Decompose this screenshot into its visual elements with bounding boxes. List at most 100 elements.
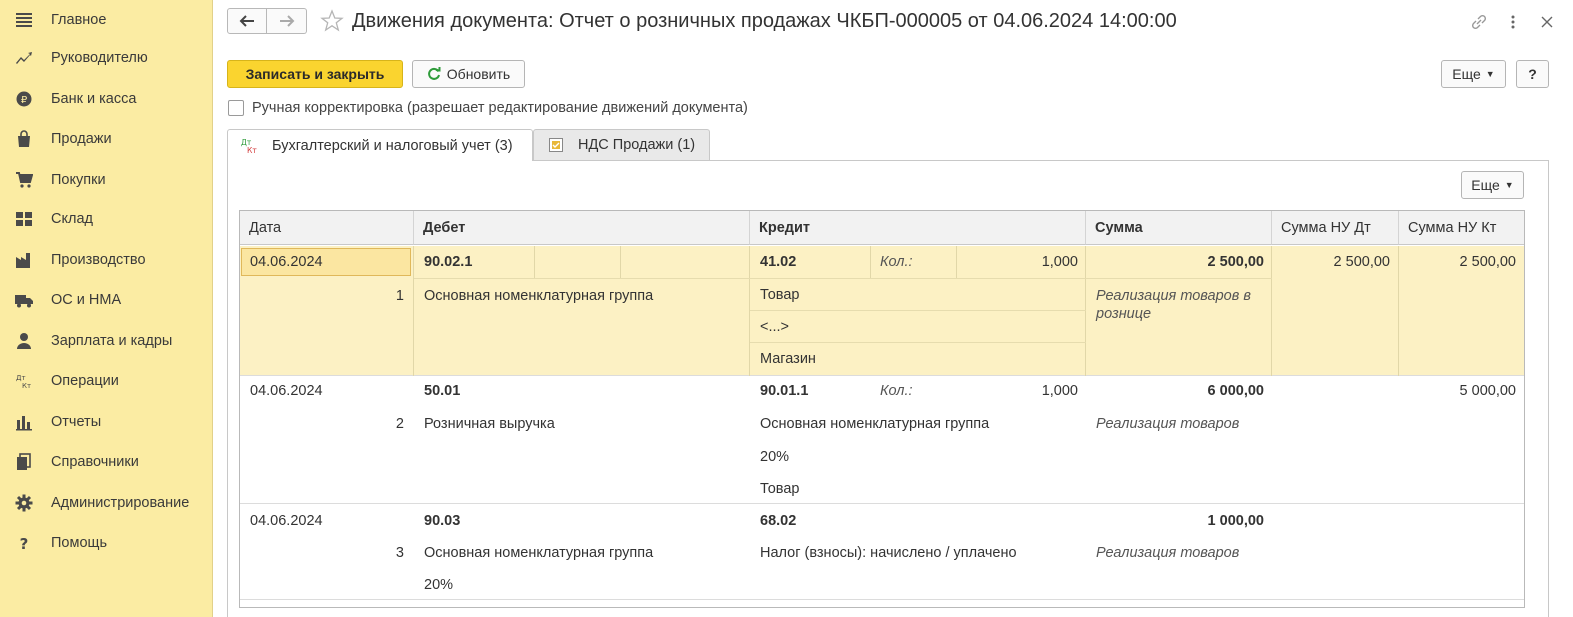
cell-debit-subconto: Розничная выручка: [424, 416, 555, 432]
cell-quantity: 1,000: [1041, 383, 1078, 399]
sidebar-item-sales[interactable]: Продажи: [0, 119, 213, 159]
sidebar-item-label: Покупки: [51, 172, 106, 188]
cell-credit-subconto: Товар: [760, 287, 800, 303]
column-header-credit[interactable]: Кредит: [750, 211, 1086, 245]
history-nav: [227, 8, 307, 34]
cell-sum: 6 000,00: [1207, 383, 1264, 399]
sidebar-item-label: Администрирование: [51, 495, 190, 511]
menu-icon: [14, 10, 34, 30]
register-icon: [546, 135, 566, 155]
sidebar-item-label: Зарплата и кадры: [51, 333, 173, 349]
cell-sum: 1 000,00: [1207, 513, 1264, 529]
tab-accounting[interactable]: Дт Кт Бухгалтерский и налоговый учет (3): [227, 129, 533, 161]
column-divider: [1085, 246, 1086, 376]
cell-debit-account: 90.02.1: [424, 254, 473, 270]
question-icon: ?: [14, 533, 34, 553]
column-divider: [413, 246, 414, 376]
cell-sum-nu-kt: 2 500,00: [1459, 254, 1516, 270]
sidebar-item-label: ОС и НМА: [51, 292, 122, 308]
column-divider: [870, 246, 871, 278]
person-icon: [14, 331, 34, 351]
arrow-right-icon: [279, 15, 294, 27]
table-row[interactable]: 04.06.2024 1 90.02.1 Основная номенклату…: [240, 246, 1524, 376]
table-row[interactable]: 04.06.2024 3 90.03 Основная номенклатурн…: [240, 504, 1524, 600]
close-icon[interactable]: [1537, 12, 1557, 32]
sidebar-item-hr[interactable]: Зарплата и кадры: [0, 321, 213, 361]
svg-text:Кт: Кт: [247, 146, 257, 155]
cell-debit-account: 50.01: [424, 383, 461, 399]
forward-button[interactable]: [267, 8, 307, 34]
cell-credit-account: 68.02: [760, 513, 797, 529]
cell-row-number: 2: [395, 416, 404, 432]
bar-chart-icon: [14, 412, 34, 432]
cell-credit-subconto: Основная номенклатурная группа: [760, 416, 990, 432]
cell-debit-subconto: Основная номенклатурная группа: [424, 545, 654, 561]
cart-icon: [14, 170, 34, 190]
row-divider: [750, 278, 1272, 279]
sidebar-item-label: Отчеты: [51, 414, 102, 430]
link-icon[interactable]: [1469, 12, 1489, 32]
more-vertical-icon[interactable]: [1503, 12, 1523, 32]
back-button[interactable]: [227, 8, 267, 34]
help-button[interactable]: ?: [1516, 60, 1549, 88]
bag-icon: [14, 129, 34, 149]
cell-sum-note: Реализация товаров: [1096, 545, 1240, 561]
svg-text:?: ?: [20, 535, 29, 552]
cell-sum-nu-dt: 2 500,00: [1333, 254, 1390, 270]
manual-edit-checkbox[interactable]: [228, 100, 244, 116]
svg-text:₽: ₽: [21, 95, 28, 106]
sidebar-item-directories[interactable]: Справочники: [0, 442, 213, 482]
manual-edit-row: Ручная корректировка (разрешает редактир…: [228, 100, 748, 116]
svg-text:Дт: Дт: [16, 374, 26, 382]
sidebar-item-operations[interactable]: Дт Кт Операции: [0, 361, 213, 401]
column-header-debit[interactable]: Дебет: [414, 211, 750, 245]
cell-quantity: 1,000: [1041, 254, 1078, 270]
column-header-sum-nu-kt[interactable]: Сумма НУ Кт: [1399, 211, 1524, 245]
sidebar-item-admin[interactable]: Администрирование: [0, 483, 213, 523]
sidebar-item-assets[interactable]: ОС и НМА: [0, 280, 213, 320]
books-icon: [14, 452, 34, 472]
sidebar-item-purchases[interactable]: Покупки: [0, 160, 213, 200]
cell-sum-nu-kt: 5 000,00: [1459, 383, 1516, 399]
row-divider: [750, 310, 1086, 311]
more-button[interactable]: Еще ▼: [1441, 60, 1506, 88]
cell-credit-subconto: Налог (взносы): начислено / уплачено: [760, 545, 1017, 561]
caret-down-icon: ▼: [1485, 69, 1495, 79]
sidebar-item-label: Справочники: [51, 454, 139, 470]
refresh-label: Обновить: [446, 66, 511, 82]
column-divider: [534, 246, 535, 278]
cell-sum: 2 500,00: [1207, 254, 1264, 270]
cell-credit-account: 90.01.1: [760, 383, 809, 399]
table-row[interactable]: 04.06.2024 2 50.01 Розничная выручка 90.…: [240, 376, 1524, 504]
refresh-button[interactable]: Обновить: [412, 60, 525, 88]
favorite-star-icon[interactable]: [320, 9, 344, 33]
manual-edit-label: Ручная корректировка (разрешает редактир…: [252, 100, 748, 116]
cell-quantity-label: Кол.:: [880, 254, 913, 270]
row-divider: [750, 342, 1086, 343]
movements-table: Дата Дебет Кредит Сумма Сумма НУ Дт Сумм…: [239, 210, 1525, 608]
tab-vat-sales[interactable]: НДС Продажи (1): [533, 129, 710, 160]
sidebar-item-main[interactable]: Главное: [0, 0, 213, 40]
coin-icon: ₽: [14, 89, 34, 109]
cell-sum-note: Реализация товаров: [1096, 416, 1240, 432]
sidebar-item-bank[interactable]: ₽ Банк и касса: [0, 79, 213, 119]
cell-credit-subconto: Магазин: [760, 351, 816, 367]
cell-date: 04.06.2024: [250, 254, 323, 270]
more-label: Еще: [1452, 66, 1481, 82]
main-area: Движения документа: Отчет о розничных пр…: [214, 0, 1573, 617]
trend-icon: [14, 48, 34, 68]
column-divider: [749, 246, 750, 376]
tab-label: Бухгалтерский и налоговый учет (3): [272, 137, 513, 154]
sidebar-item-reports[interactable]: Отчеты: [0, 402, 213, 442]
sidebar-item-help[interactable]: ? Помощь: [0, 523, 213, 563]
save-and-close-button[interactable]: Записать и закрыть: [227, 60, 403, 88]
panel-more-button[interactable]: Еще ▼: [1461, 171, 1524, 199]
dt-kt-icon: Дт Кт: [14, 371, 34, 391]
sidebar-item-manager[interactable]: Руководителю: [0, 38, 213, 78]
sidebar-item-warehouse[interactable]: Склад: [0, 199, 213, 239]
column-header-date[interactable]: Дата: [240, 211, 414, 245]
column-header-sum-nu-dt[interactable]: Сумма НУ Дт: [1272, 211, 1399, 245]
column-header-sum[interactable]: Сумма: [1086, 211, 1272, 245]
sidebar-item-production[interactable]: Производство: [0, 240, 213, 280]
truck-icon: [14, 290, 34, 310]
